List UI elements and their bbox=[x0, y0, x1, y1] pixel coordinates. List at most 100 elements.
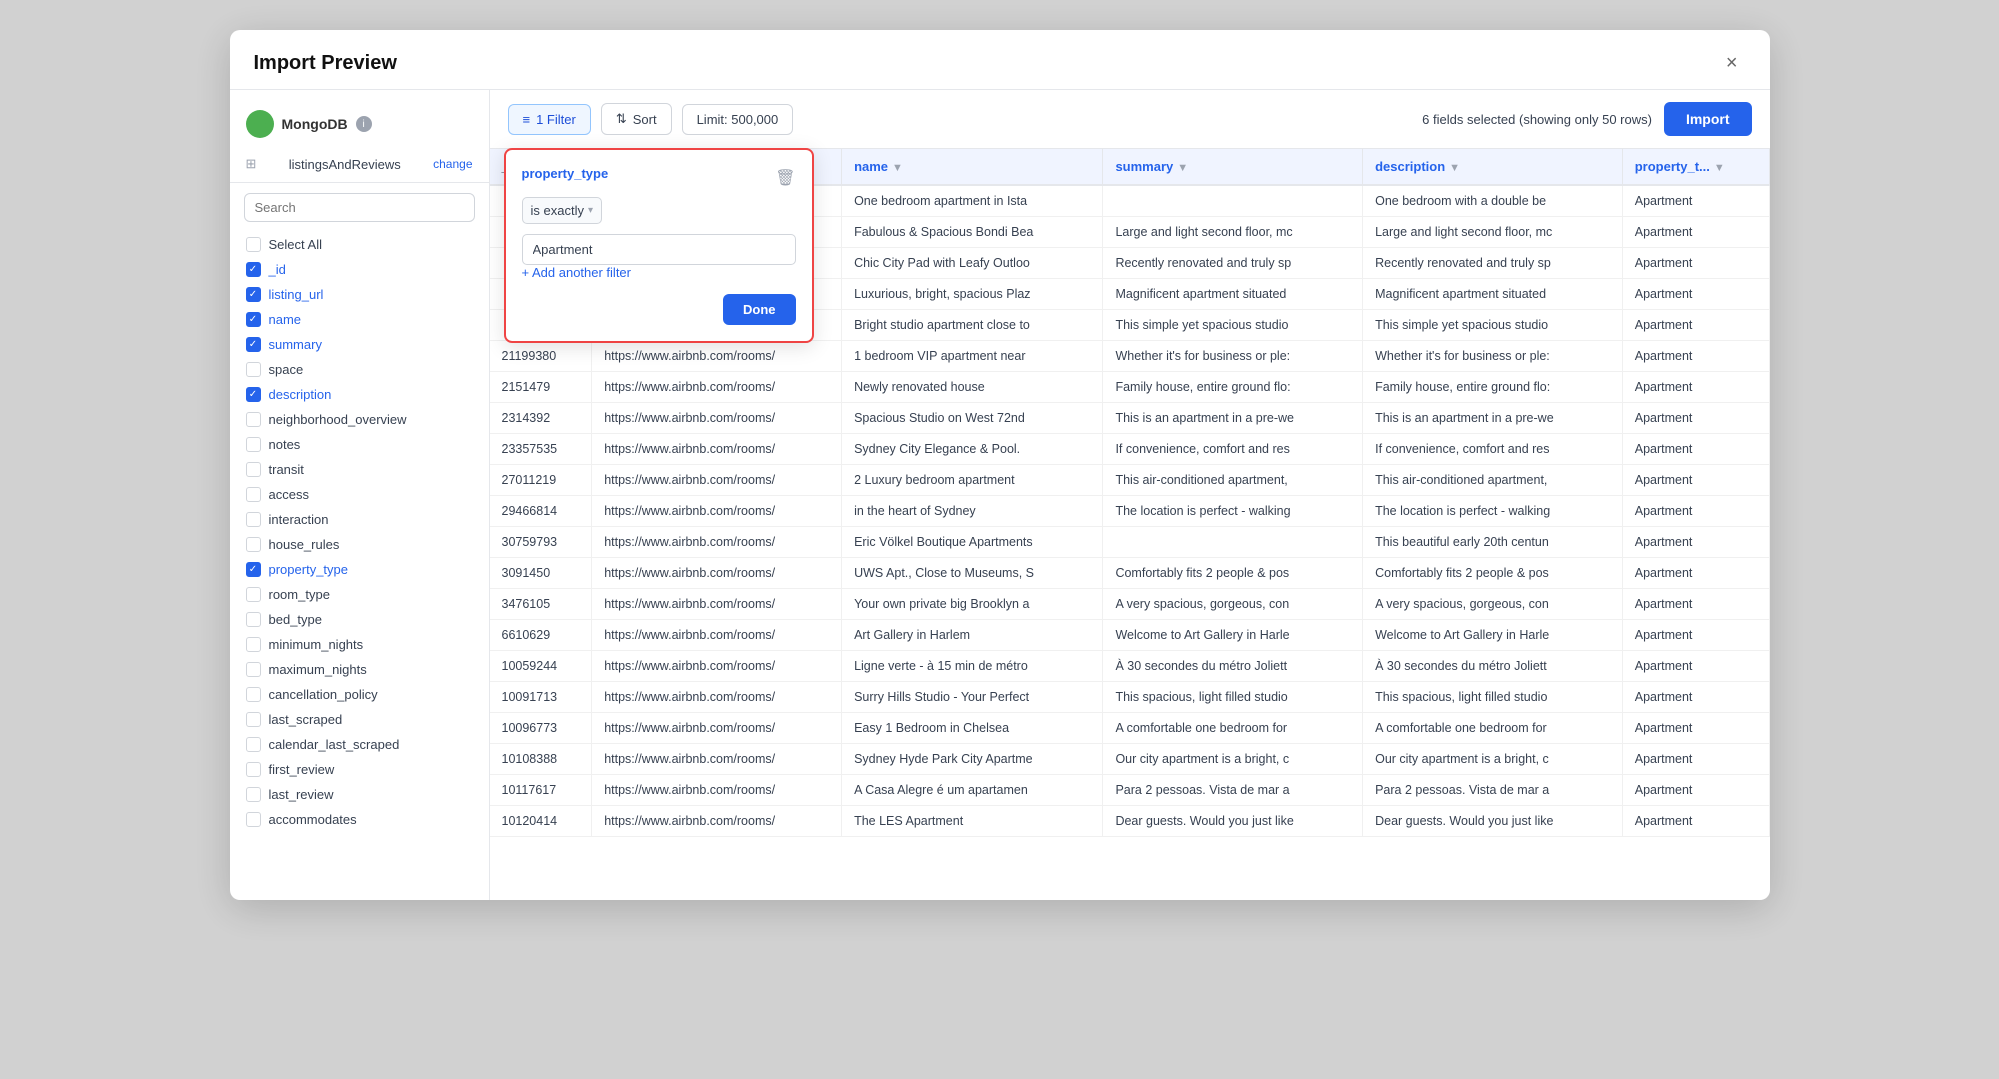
field-checkbox[interactable] bbox=[246, 512, 261, 527]
cell-property_type: Apartment bbox=[1622, 372, 1769, 403]
cell-summary: A very spacious, gorgeous, con bbox=[1103, 589, 1363, 620]
search-input[interactable] bbox=[244, 193, 475, 222]
field-checkbox[interactable] bbox=[246, 537, 261, 552]
field-checkbox[interactable] bbox=[246, 737, 261, 752]
field-checkbox[interactable] bbox=[246, 612, 261, 627]
cell-_id: 10120414 bbox=[490, 806, 592, 837]
cell-name: Eric Völkel Boutique Apartments bbox=[842, 527, 1103, 558]
select-all-checkbox[interactable] bbox=[246, 237, 261, 252]
field-item[interactable]: space bbox=[230, 357, 489, 382]
close-button[interactable]: × bbox=[1718, 48, 1746, 79]
field-checkbox[interactable] bbox=[246, 287, 261, 302]
cell-name: One bedroom apartment in Ista bbox=[842, 185, 1103, 217]
change-link[interactable]: change bbox=[433, 157, 472, 171]
field-item[interactable]: house_rules bbox=[230, 532, 489, 557]
field-checkbox[interactable] bbox=[246, 437, 261, 452]
field-item[interactable]: name bbox=[230, 307, 489, 332]
cell-description: À 30 secondes du métro Joliett bbox=[1363, 651, 1623, 682]
sort-icon: ⇅ bbox=[616, 111, 627, 127]
field-checkbox[interactable] bbox=[246, 637, 261, 652]
field-label: access bbox=[269, 487, 309, 502]
column-header-name[interactable]: name▼ bbox=[842, 149, 1103, 185]
field-item[interactable]: summary bbox=[230, 332, 489, 357]
field-checkbox[interactable] bbox=[246, 462, 261, 477]
import-button[interactable]: Import bbox=[1664, 102, 1752, 136]
filter-button[interactable]: ≡ 1 Filter bbox=[508, 104, 591, 135]
field-item[interactable]: calendar_last_scraped bbox=[230, 732, 489, 757]
field-item[interactable]: interaction bbox=[230, 507, 489, 532]
field-label: first_review bbox=[269, 762, 335, 777]
filter-operator-select[interactable]: is exactly ▾ bbox=[522, 197, 603, 224]
field-item[interactable]: room_type bbox=[230, 582, 489, 607]
field-item[interactable]: notes bbox=[230, 432, 489, 457]
field-label: room_type bbox=[269, 587, 330, 602]
field-item[interactable]: property_type bbox=[230, 557, 489, 582]
cell-property_type: Apartment bbox=[1622, 806, 1769, 837]
field-checkbox[interactable] bbox=[246, 587, 261, 602]
field-checkbox[interactable] bbox=[246, 787, 261, 802]
cell-description: The location is perfect - walking bbox=[1363, 496, 1623, 527]
cell-description: Welcome to Art Gallery in Harle bbox=[1363, 620, 1623, 651]
field-checkbox[interactable] bbox=[246, 312, 261, 327]
filter-delete-icon[interactable]: 🗑 bbox=[775, 168, 795, 188]
field-checkbox[interactable] bbox=[246, 387, 261, 402]
column-header-property_type[interactable]: property_t...▼ bbox=[1622, 149, 1769, 185]
field-item[interactable]: maximum_nights bbox=[230, 657, 489, 682]
field-item[interactable]: last_scraped bbox=[230, 707, 489, 732]
field-label: maximum_nights bbox=[269, 662, 367, 677]
cell-name: Ligne verte - à 15 min de métro bbox=[842, 651, 1103, 682]
field-checkbox[interactable] bbox=[246, 412, 261, 427]
cell-description: Comfortably fits 2 people & pos bbox=[1363, 558, 1623, 589]
cell-name: Newly renovated house bbox=[842, 372, 1103, 403]
field-item[interactable]: listing_url bbox=[230, 282, 489, 307]
cell-summary: Comfortably fits 2 people & pos bbox=[1103, 558, 1363, 589]
column-header-description[interactable]: description▼ bbox=[1363, 149, 1623, 185]
field-item[interactable]: neighborhood_overview bbox=[230, 407, 489, 432]
field-item[interactable]: accommodates bbox=[230, 807, 489, 832]
cell-summary: Para 2 pessoas. Vista de mar a bbox=[1103, 775, 1363, 806]
add-filter-link[interactable]: + Add another filter bbox=[522, 265, 632, 280]
cell-property_type: Apartment bbox=[1622, 279, 1769, 310]
cell-summary: This air-conditioned apartment, bbox=[1103, 465, 1363, 496]
field-item[interactable]: _id bbox=[230, 257, 489, 282]
field-checkbox[interactable] bbox=[246, 762, 261, 777]
field-checkbox[interactable] bbox=[246, 562, 261, 577]
field-item[interactable]: bed_type bbox=[230, 607, 489, 632]
cell-listing_url: https://www.airbnb.com/rooms/ bbox=[592, 620, 842, 651]
cell-name: Fabulous & Spacious Bondi Bea bbox=[842, 217, 1103, 248]
field-checkbox[interactable] bbox=[246, 687, 261, 702]
chevron-down-icon: ▾ bbox=[588, 205, 593, 216]
field-label: listing_url bbox=[269, 287, 324, 302]
field-checkbox[interactable] bbox=[246, 262, 261, 277]
cell-property_type: Apartment bbox=[1622, 496, 1769, 527]
field-item[interactable]: access bbox=[230, 482, 489, 507]
done-button[interactable]: Done bbox=[723, 294, 796, 325]
column-header-summary[interactable]: summary▼ bbox=[1103, 149, 1363, 185]
field-checkbox[interactable] bbox=[246, 712, 261, 727]
db-info-icon[interactable]: i bbox=[356, 116, 372, 132]
field-label: name bbox=[269, 312, 302, 327]
field-checkbox[interactable] bbox=[246, 337, 261, 352]
field-item[interactable]: cancellation_policy bbox=[230, 682, 489, 707]
limit-button[interactable]: Limit: 500,000 bbox=[682, 104, 794, 135]
mongodb-logo bbox=[246, 110, 274, 138]
field-item[interactable]: minimum_nights bbox=[230, 632, 489, 657]
cell-listing_url: https://www.airbnb.com/rooms/ bbox=[592, 713, 842, 744]
table-row: 27011219https://www.airbnb.com/rooms/2 L… bbox=[490, 465, 1770, 496]
field-label: _id bbox=[269, 262, 286, 277]
modal-overlay: Import Preview × MongoDB i bbox=[0, 0, 1999, 1079]
field-checkbox[interactable] bbox=[246, 662, 261, 677]
cell-property_type: Apartment bbox=[1622, 558, 1769, 589]
filter-value-input[interactable] bbox=[522, 234, 796, 265]
field-checkbox[interactable] bbox=[246, 487, 261, 502]
select-all-item[interactable]: Select All bbox=[230, 232, 489, 257]
field-checkbox[interactable] bbox=[246, 812, 261, 827]
field-checkbox[interactable] bbox=[246, 362, 261, 377]
sort-button[interactable]: ⇅ Sort bbox=[601, 103, 672, 135]
cell-name: Bright studio apartment close to bbox=[842, 310, 1103, 341]
field-label: last_scraped bbox=[269, 712, 343, 727]
field-item[interactable]: last_review bbox=[230, 782, 489, 807]
field-item[interactable]: first_review bbox=[230, 757, 489, 782]
field-item[interactable]: description bbox=[230, 382, 489, 407]
field-item[interactable]: transit bbox=[230, 457, 489, 482]
